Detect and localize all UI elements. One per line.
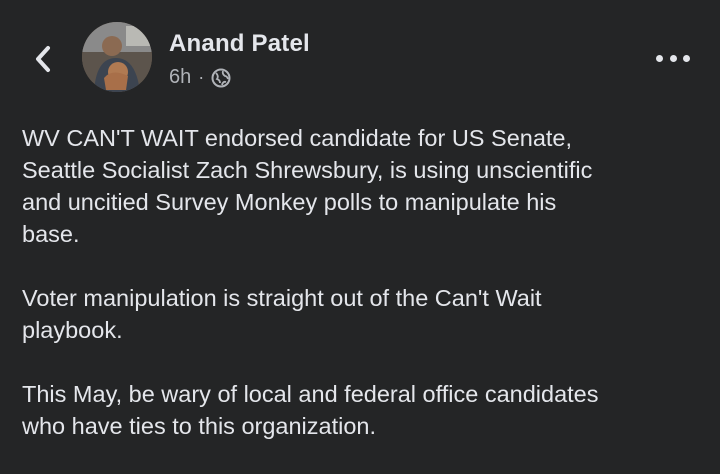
more-dot: [669, 54, 677, 62]
post-header: Anand Patel 6h ·: [0, 0, 720, 110]
post-paragraph: WV CAN'T WAIT endorsed candidate for US …: [22, 125, 593, 247]
post-paragraph: Voter manipulation is straight out of th…: [22, 285, 542, 343]
avatar[interactable]: [82, 22, 152, 92]
post-timestamp[interactable]: 6h: [169, 66, 191, 89]
post-paragraph: This May, be wary of local and federal o…: [22, 381, 599, 439]
globe-icon: [211, 68, 231, 88]
more-dot: [683, 54, 690, 62]
post-body: WV CAN'T WAIT endorsed candidate for US …: [22, 122, 702, 474]
avatar-image: [82, 22, 152, 92]
author-name[interactable]: Anand Patel: [169, 30, 310, 58]
post-meta: 6h ·: [169, 66, 231, 89]
more-options-button[interactable]: [656, 48, 690, 68]
back-button[interactable]: [28, 40, 58, 78]
more-dot: [656, 54, 663, 62]
chevron-left-icon: [36, 46, 50, 72]
meta-separator: ·: [198, 67, 205, 87]
